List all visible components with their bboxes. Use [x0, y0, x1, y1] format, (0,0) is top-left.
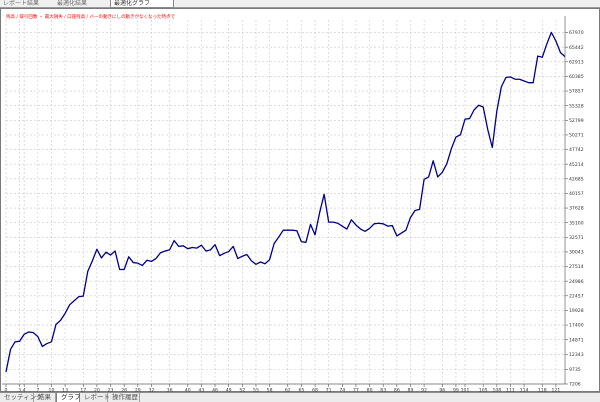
y-tick-label: 19928 — [569, 308, 584, 314]
balance-line — [5, 31, 566, 373]
y-tick-label: 40157 — [569, 191, 584, 197]
tab-graph[interactable]: グラフ — [56, 393, 81, 402]
y-tick-label: 14871 — [569, 337, 584, 343]
y-tick-label: 47742 — [569, 147, 584, 153]
grid-lines — [2, 16, 566, 385]
y-tick-label: 27514 — [569, 264, 584, 270]
tab-settings[interactable]: セッティング — [0, 393, 43, 402]
tab-optimization-result[interactable]: 最適化結果 — [54, 0, 108, 8]
y-tick-label: 32571 — [569, 235, 584, 241]
y-tick-label: 7206 — [569, 382, 581, 388]
y-tick-label: 57857 — [569, 89, 584, 95]
y-tick-label: 60385 — [569, 74, 584, 80]
y-tick-label: 37628 — [569, 206, 584, 212]
y-tick-label: 55328 — [569, 103, 584, 109]
y-tick-label: 17400 — [569, 323, 584, 329]
y-tick-label: 50271 — [569, 133, 584, 139]
y-tick-label: 35100 — [569, 220, 584, 226]
chart-annotation: 残高 / 取引回数 ・ 最大損失 / 口座残高 / バーの動きにしの動きがなくな… — [6, 13, 175, 20]
tab-operation-history[interactable]: 操作履歴 — [108, 393, 140, 402]
y-tick-label: 62913 — [569, 59, 584, 65]
top-tab-strip: レポート結果 最適化結果 最適化グラフ — [0, 0, 600, 8]
y-tick-label: 65442 — [569, 45, 584, 51]
y-tick-label: 24986 — [569, 279, 584, 285]
y-axis-ticks: 7206 9735 12343 14871 17400 19928 22457 24986 27… — [565, 30, 584, 388]
y-tick-label: 22457 — [569, 293, 584, 299]
tab-optimization-graph[interactable]: 最適化グラフ — [110, 0, 174, 8]
equity-line-chart: 7206 9735 12343 14871 17400 19928 22457 24986 27… — [2, 13, 584, 393]
tab-results[interactable]: 結果 — [34, 393, 56, 402]
chart-panel: 7206 9735 12343 14871 17400 19928 22457 24986 27… — [0, 8, 600, 393]
bottom-tab-strip: セッティング 結果 グラフ レポート 操作履歴 — [0, 392, 600, 402]
y-tick-label: 12343 — [569, 352, 584, 358]
y-tick-label: 30043 — [569, 250, 584, 256]
balance-series — [5, 31, 566, 373]
y-tick-label: 9735 — [569, 367, 581, 373]
y-tick-label: 67970 — [569, 30, 584, 36]
y-tick-label: 52799 — [569, 118, 584, 124]
y-tick-label: 45214 — [569, 162, 584, 168]
tab-report-result[interactable]: レポート結果 — [0, 0, 52, 8]
y-tick-label: 42685 — [569, 176, 584, 182]
tab-report[interactable]: レポート — [80, 393, 110, 402]
